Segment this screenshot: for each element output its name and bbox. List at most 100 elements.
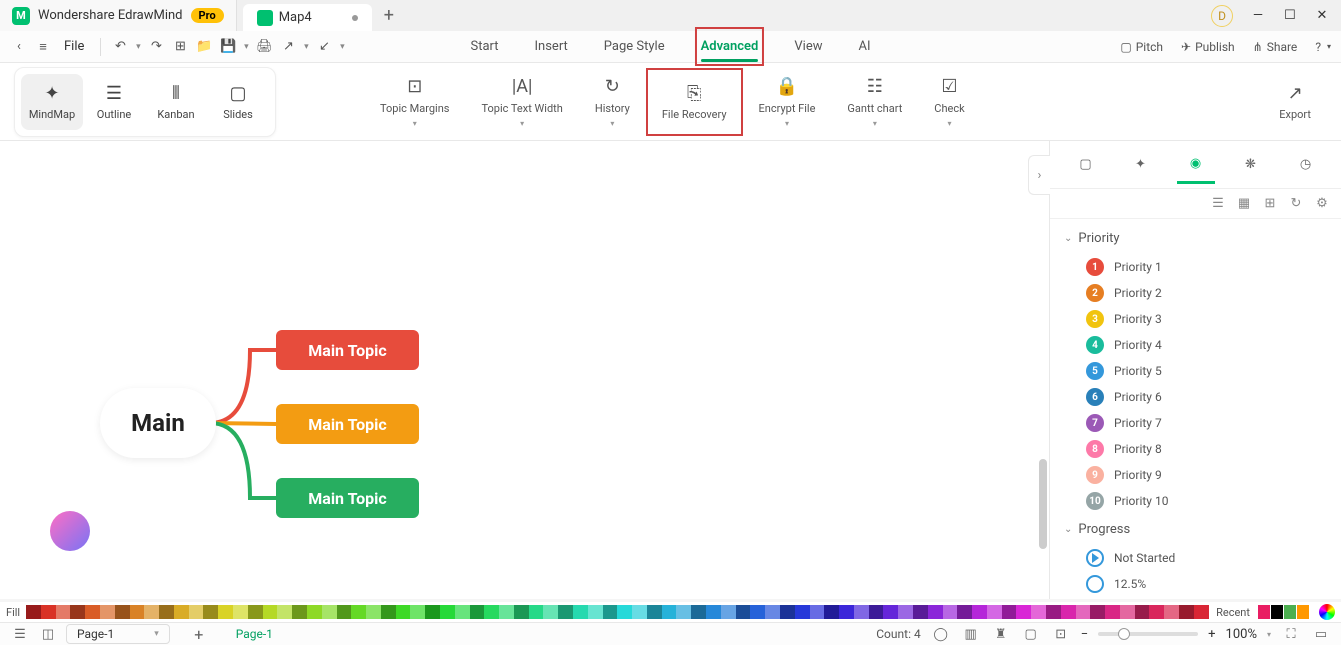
list-view-button[interactable]: ☰ — [1209, 195, 1227, 213]
zoom-in-button[interactable]: + — [1208, 627, 1215, 642]
topic-margins-button[interactable]: ⊡Topic Margins▾ — [364, 68, 465, 136]
redo-button[interactable]: ↷ — [145, 36, 167, 58]
view-outline[interactable]: ☰Outline — [83, 74, 145, 130]
priority-item-7[interactable]: 7Priority 7 — [1050, 410, 1341, 436]
tab-ai[interactable]: AI — [858, 33, 870, 60]
topic-node-3[interactable]: Main Topic — [276, 478, 419, 518]
view-mindmap[interactable]: ✦MindMap — [21, 74, 83, 130]
priority-item-2[interactable]: 2Priority 2 — [1050, 280, 1341, 306]
progress-section-header[interactable]: ⌄Progress — [1050, 518, 1341, 541]
undo-dropdown[interactable]: ▾ — [133, 36, 143, 58]
export-quick-button[interactable]: ↗ — [277, 36, 299, 58]
minimize-button[interactable]: — — [1251, 9, 1265, 23]
publish-button[interactable]: ✈Publish — [1181, 40, 1235, 54]
priority-section-header[interactable]: ⌄Priority — [1050, 227, 1341, 250]
zoom-out-button[interactable]: − — [1081, 627, 1088, 642]
priority-item-1[interactable]: 1Priority 1 — [1050, 254, 1341, 280]
recent-color-4[interactable] — [1297, 605, 1309, 619]
share-button[interactable]: ⋔Share — [1253, 40, 1298, 54]
fullscreen-button[interactable]: ⛶ — [1281, 625, 1301, 643]
priority-item-4[interactable]: 4Priority 4 — [1050, 332, 1341, 358]
progress-item-1[interactable]: Not Started — [1050, 545, 1341, 571]
file-menu[interactable]: File — [56, 36, 92, 58]
outline-toggle[interactable]: ☰ — [10, 625, 30, 643]
panel-tab-history[interactable]: ◷ — [1287, 146, 1325, 184]
tree-icon[interactable]: ♜ — [991, 625, 1011, 643]
recent-color-3[interactable] — [1284, 605, 1296, 619]
layout-icon[interactable]: ▥ — [961, 625, 981, 643]
back-button[interactable]: ‹ — [8, 36, 30, 58]
ai-assistant-button[interactable]: A — [50, 511, 90, 551]
document-tab[interactable]: Map4 — [243, 4, 372, 31]
open-button[interactable]: 📁 — [193, 36, 215, 58]
root-node[interactable]: Main — [100, 388, 216, 458]
maximize-button[interactable]: ☐ — [1283, 9, 1297, 23]
new-button[interactable]: ⊞ — [169, 36, 191, 58]
check-button[interactable]: ☑Check▾ — [918, 68, 980, 136]
recent-color-1[interactable] — [1258, 605, 1270, 619]
recent-colors[interactable] — [1258, 605, 1309, 619]
scrollbar-thumb[interactable] — [1039, 459, 1047, 549]
save-button[interactable]: 💾 — [217, 36, 239, 58]
help-button[interactable]: ?▾ — [1315, 40, 1331, 54]
file-recovery-button[interactable]: ⎘File Recovery — [646, 68, 743, 136]
view-kanban[interactable]: ⦀Kanban — [145, 74, 207, 130]
priority-item-8[interactable]: 8Priority 8 — [1050, 436, 1341, 462]
save-dropdown[interactable]: ▾ — [241, 36, 251, 58]
topic-node-1[interactable]: Main Topic — [276, 330, 419, 370]
recent-color-2[interactable] — [1271, 605, 1283, 619]
tab-view[interactable]: View — [794, 33, 822, 60]
grid-view-button[interactable]: ▦ — [1235, 195, 1253, 213]
import-dropdown[interactable]: ▾ — [337, 36, 347, 58]
add-tab-button[interactable]: + — [384, 5, 394, 26]
panel-tab-marks[interactable]: ◉ — [1177, 146, 1215, 184]
page-selector[interactable]: Page-1▾ — [66, 624, 170, 644]
undo-button[interactable]: ↶ — [109, 36, 131, 58]
history-button[interactable]: ↻History▾ — [579, 68, 646, 136]
progress-item-3[interactable]: 25% — [1050, 597, 1341, 599]
settings-button[interactable]: ⚙ — [1313, 195, 1331, 213]
export-dropdown[interactable]: ▾ — [301, 36, 311, 58]
close-button[interactable]: ✕ — [1315, 9, 1329, 23]
progress-item-2[interactable]: 12.5% — [1050, 571, 1341, 597]
minimize-panel-button[interactable]: ▭ — [1311, 625, 1331, 643]
gantt-chart-button[interactable]: ☷Gantt chart▾ — [831, 68, 918, 136]
encrypt-file-button[interactable]: 🔒Encrypt File▾ — [743, 68, 832, 136]
panel-collapse-button[interactable]: › — [1028, 155, 1050, 195]
refresh-button[interactable]: ↻ — [1287, 195, 1305, 213]
panel-tab-clipart[interactable]: ❋ — [1232, 146, 1270, 184]
zoom-level[interactable]: 100% — [1226, 627, 1257, 642]
progress-label: Not Started — [1114, 551, 1175, 565]
tab-insert[interactable]: Insert — [535, 33, 568, 60]
add-mark-button[interactable]: ⊞ — [1261, 195, 1279, 213]
fit-icon[interactable]: ▢ — [1021, 625, 1041, 643]
priority-item-5[interactable]: 5Priority 5 — [1050, 358, 1341, 384]
tab-start[interactable]: Start — [470, 33, 498, 60]
add-page-button[interactable]: + — [190, 625, 208, 643]
color-palette[interactable] — [26, 605, 1208, 619]
center-icon[interactable]: ⊡ — [1051, 625, 1071, 643]
globe-icon[interactable]: ◯ — [931, 625, 951, 643]
panel-toggle[interactable]: ◫ — [38, 625, 58, 643]
priority-item-3[interactable]: 3Priority 3 — [1050, 306, 1341, 332]
hamburger-icon[interactable]: ≡ — [32, 36, 54, 58]
user-avatar[interactable]: D — [1211, 5, 1233, 27]
pitch-button[interactable]: ▢Pitch — [1120, 40, 1163, 54]
priority-item-9[interactable]: 9Priority 9 — [1050, 462, 1341, 488]
view-slides[interactable]: ▢Slides — [207, 74, 269, 130]
tab-page-style[interactable]: Page Style — [604, 33, 665, 60]
priority-item-10[interactable]: 10Priority 10 — [1050, 488, 1341, 514]
panel-tab-style[interactable]: ▢ — [1067, 146, 1105, 184]
topic-node-2[interactable]: Main Topic — [276, 404, 419, 444]
topic-text-width-button[interactable]: |A|Topic Text Width▾ — [465, 68, 578, 136]
panel-tab-ai[interactable]: ✦ — [1122, 146, 1160, 184]
app-tab[interactable]: M Wondershare EdrawMind Pro — [0, 0, 237, 31]
import-button[interactable]: ↙ — [313, 36, 335, 58]
export-button[interactable]: ↗Export — [1263, 74, 1327, 129]
zoom-slider[interactable] — [1098, 632, 1198, 636]
color-picker-button[interactable] — [1319, 604, 1335, 620]
page-tab-1[interactable]: Page-1 — [236, 627, 273, 641]
print-button[interactable]: 🖨 — [253, 36, 275, 58]
priority-item-6[interactable]: 6Priority 6 — [1050, 384, 1341, 410]
tab-advanced[interactable]: Advanced — [701, 33, 759, 60]
